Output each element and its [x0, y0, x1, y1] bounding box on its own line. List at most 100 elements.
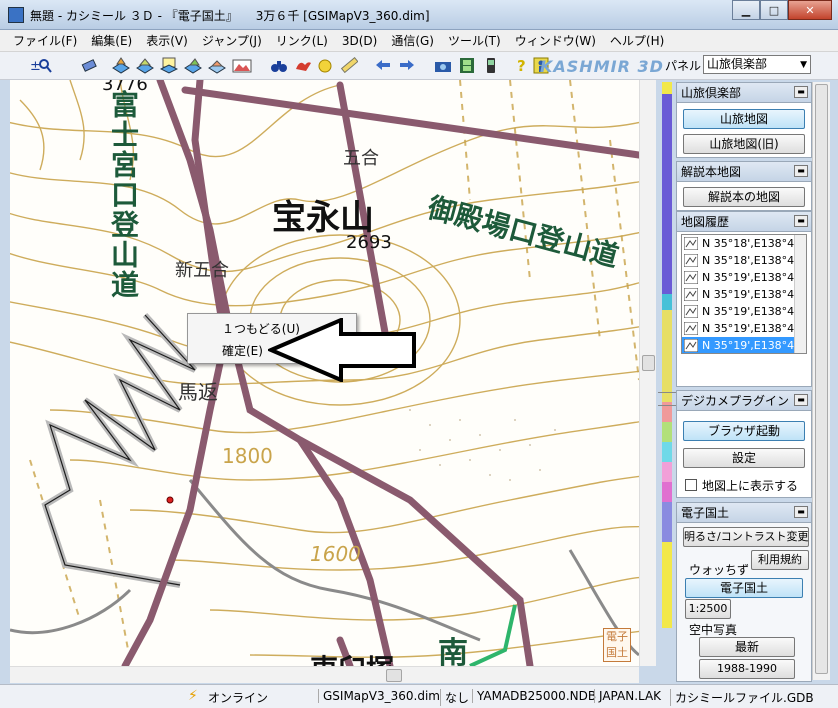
map-label-fujinomiya-route: 富士宮口登山道 — [107, 90, 140, 300]
history-item-label: N 35°19',E138°45' — [702, 339, 805, 352]
brand-logo: KASHMIR 3D — [540, 57, 664, 76]
zoom-search-icon[interactable]: ± — [30, 57, 52, 74]
scale-2500-button[interactable]: 1:2500 — [685, 599, 731, 619]
bird-icon[interactable] — [294, 57, 312, 74]
kaisetsu-panel: 解説本地図 ▬ 解説本の地図 — [676, 161, 812, 211]
digicam-panel-title: デジカメプラグイン — [681, 394, 790, 408]
history-item[interactable]: N 35°19',E138°45' — [682, 269, 806, 286]
history-panel-header: 地図履歴 ▬ — [677, 212, 811, 232]
window-title: 無題 - カシミール ３Ｄ - 『電子国土』 3万６千 [GSIMapV3_36… — [30, 9, 430, 23]
history-scrollbar[interactable] — [794, 235, 806, 353]
history-item-label: N 35°18',E138°45' — [702, 254, 805, 267]
status-none: なし — [440, 689, 469, 706]
contour-label-1800: 1800 — [222, 444, 273, 468]
gps-icon[interactable] — [482, 57, 500, 74]
panel-splitter[interactable] — [658, 392, 676, 406]
yamatabi-map-old-button[interactable]: 山旅地図(旧) — [683, 134, 805, 154]
status-online: オンライン — [208, 691, 269, 705]
settings-button[interactable]: 設定 — [683, 448, 805, 468]
panel-scrollbar[interactable] — [812, 82, 830, 680]
sun-icon[interactable] — [316, 57, 334, 74]
title-bar[interactable]: 無題 - カシミール ３Ｄ - 『電子国土』 3万６千 [GSIMapV3_36… — [0, 0, 838, 30]
vertical-scroll-thumb[interactable] — [642, 355, 655, 371]
menu-bar: ファイル(F) 編集(E) 表示(V) ジャンプ(J) リンク(L) 3D(D)… — [0, 30, 838, 52]
collapse-icon[interactable]: ▬ — [794, 86, 808, 98]
back-arrow-icon[interactable] — [374, 57, 392, 74]
menu-view[interactable]: 表示(V) — [139, 32, 195, 49]
menu-link[interactable]: リンク(L) — [269, 32, 335, 49]
menu-comm[interactable]: 通信(G) — [384, 32, 441, 49]
denshi-kokudo-button[interactable]: 電子国土 — [685, 578, 803, 598]
yamatabi-panel-title: 山旅倶楽部 — [681, 86, 742, 100]
history-item[interactable]: N 35°19',E138°45' — [682, 320, 806, 337]
collapse-icon[interactable]: ▬ — [794, 165, 808, 177]
digicam-panel: デジカメプラグイン ▬ ブラウザ起動 設定 地図上に表示する — [676, 390, 812, 498]
minimize-button[interactable]: ▁ — [732, 0, 760, 20]
menu-window[interactable]: ウィンドウ(W) — [508, 32, 603, 49]
chevron-down-icon: ▼ — [800, 60, 807, 70]
horizontal-scroll-thumb[interactable] — [386, 669, 402, 682]
history-item[interactable]: N 35°18',E138°45' — [682, 235, 806, 252]
landscape-icon[interactable] — [232, 57, 252, 74]
terrain-icon[interactable] — [136, 57, 154, 74]
maximize-button[interactable]: □ — [760, 0, 788, 20]
history-item-selected[interactable]: N 35°19',E138°45' — [682, 337, 806, 353]
map-label-higashi-usuzuka: 東臼塚 — [310, 648, 394, 666]
map-vertical-scrollbar[interactable] — [639, 80, 656, 666]
context-menu-confirm[interactable]: 確定(E) — [222, 342, 263, 359]
brightness-contrast-button[interactable]: 明るさ/コントラスト変更 — [683, 527, 809, 547]
status-db: YAMADB25000.NDB — [472, 689, 596, 703]
map-label-elevation: 2693 — [346, 232, 392, 253]
map-icon — [684, 288, 698, 301]
yamatabi-map-button[interactable]: 山旅地図 — [683, 109, 805, 129]
history-item[interactable]: N 35°19',E138°45' — [682, 286, 806, 303]
denshi-panel-header: 電子国土 ▬ — [677, 503, 811, 523]
menu-help[interactable]: ヘルプ(H) — [603, 32, 671, 49]
map-plane-icon[interactable] — [208, 57, 226, 74]
eraser-icon[interactable] — [80, 57, 98, 74]
map-view-icon[interactable] — [160, 57, 178, 74]
collapse-icon[interactable]: ▬ — [794, 394, 808, 406]
map-icon — [684, 305, 698, 318]
history-item-label: N 35°19',E138°45' — [702, 271, 805, 284]
terrain-3d-icon[interactable] — [184, 57, 202, 74]
show-on-map-checkbox[interactable] — [685, 479, 697, 491]
terms-button[interactable]: 利用規約 — [751, 550, 809, 570]
history-item-label: N 35°19',E138°45' — [702, 322, 805, 335]
menu-edit[interactable]: 編集(E) — [84, 32, 139, 49]
denshi-panel-title: 電子国土 — [681, 506, 730, 520]
menu-3d[interactable]: 3D(D) — [335, 34, 384, 48]
menu-file[interactable]: ファイル(F) — [6, 32, 84, 49]
map-horizontal-scrollbar[interactable] — [10, 666, 639, 683]
yamatabi-panel: 山旅倶楽部 ▬ 山旅地図 山旅地図(旧) — [676, 82, 812, 158]
history-item[interactable]: N 35°18',E138°45' — [682, 252, 806, 269]
menu-jump[interactable]: ジャンプ(J) — [195, 32, 269, 49]
panel-select[interactable]: 山旅倶楽部 ▼ — [703, 55, 811, 74]
ruler-icon[interactable] — [340, 57, 358, 74]
history-list[interactable]: N 35°18',E138°45' N 35°18',E138°45' N 35… — [681, 234, 807, 354]
forward-arrow-icon[interactable] — [398, 57, 416, 74]
lightning-icon: ⚡ — [188, 688, 198, 704]
denshi-kokudo-logo: 電子国土 — [603, 628, 631, 662]
aerial-photo-label: 空中写真 — [689, 623, 738, 637]
help-icon[interactable]: ? — [514, 57, 532, 74]
map-label-umagaeshi: 馬返 — [178, 380, 218, 404]
panel-scroll-thumb[interactable] — [815, 84, 828, 674]
kaisetsu-map-button[interactable]: 解説本の地図 — [683, 187, 805, 207]
film-icon[interactable] — [458, 57, 476, 74]
close-button[interactable]: ✕ — [788, 0, 832, 20]
history-item[interactable]: N 35°19',E138°45' — [682, 303, 806, 320]
menu-tools[interactable]: ツール(T) — [441, 32, 508, 49]
layer-icon[interactable] — [112, 57, 130, 74]
panel-label: パネル — [665, 59, 702, 73]
collapse-icon[interactable]: ▬ — [794, 215, 808, 227]
latest-photo-button[interactable]: 最新 — [699, 637, 795, 657]
denshi-panel: 電子国土 ▬ 明るさ/コントラスト変更 利用規約 ウォッちず 電子国土 1:250… — [676, 502, 812, 682]
browser-launch-button[interactable]: ブラウザ起動 — [683, 421, 805, 441]
binoculars-icon[interactable] — [270, 57, 288, 74]
camera-icon[interactable] — [434, 57, 452, 74]
period-1988-button[interactable]: 1988-1990 — [699, 659, 795, 679]
map-label-summit-elevation: 3776 — [102, 80, 148, 95]
map-label-south: 南 — [438, 636, 468, 666]
collapse-icon[interactable]: ▬ — [794, 506, 808, 518]
